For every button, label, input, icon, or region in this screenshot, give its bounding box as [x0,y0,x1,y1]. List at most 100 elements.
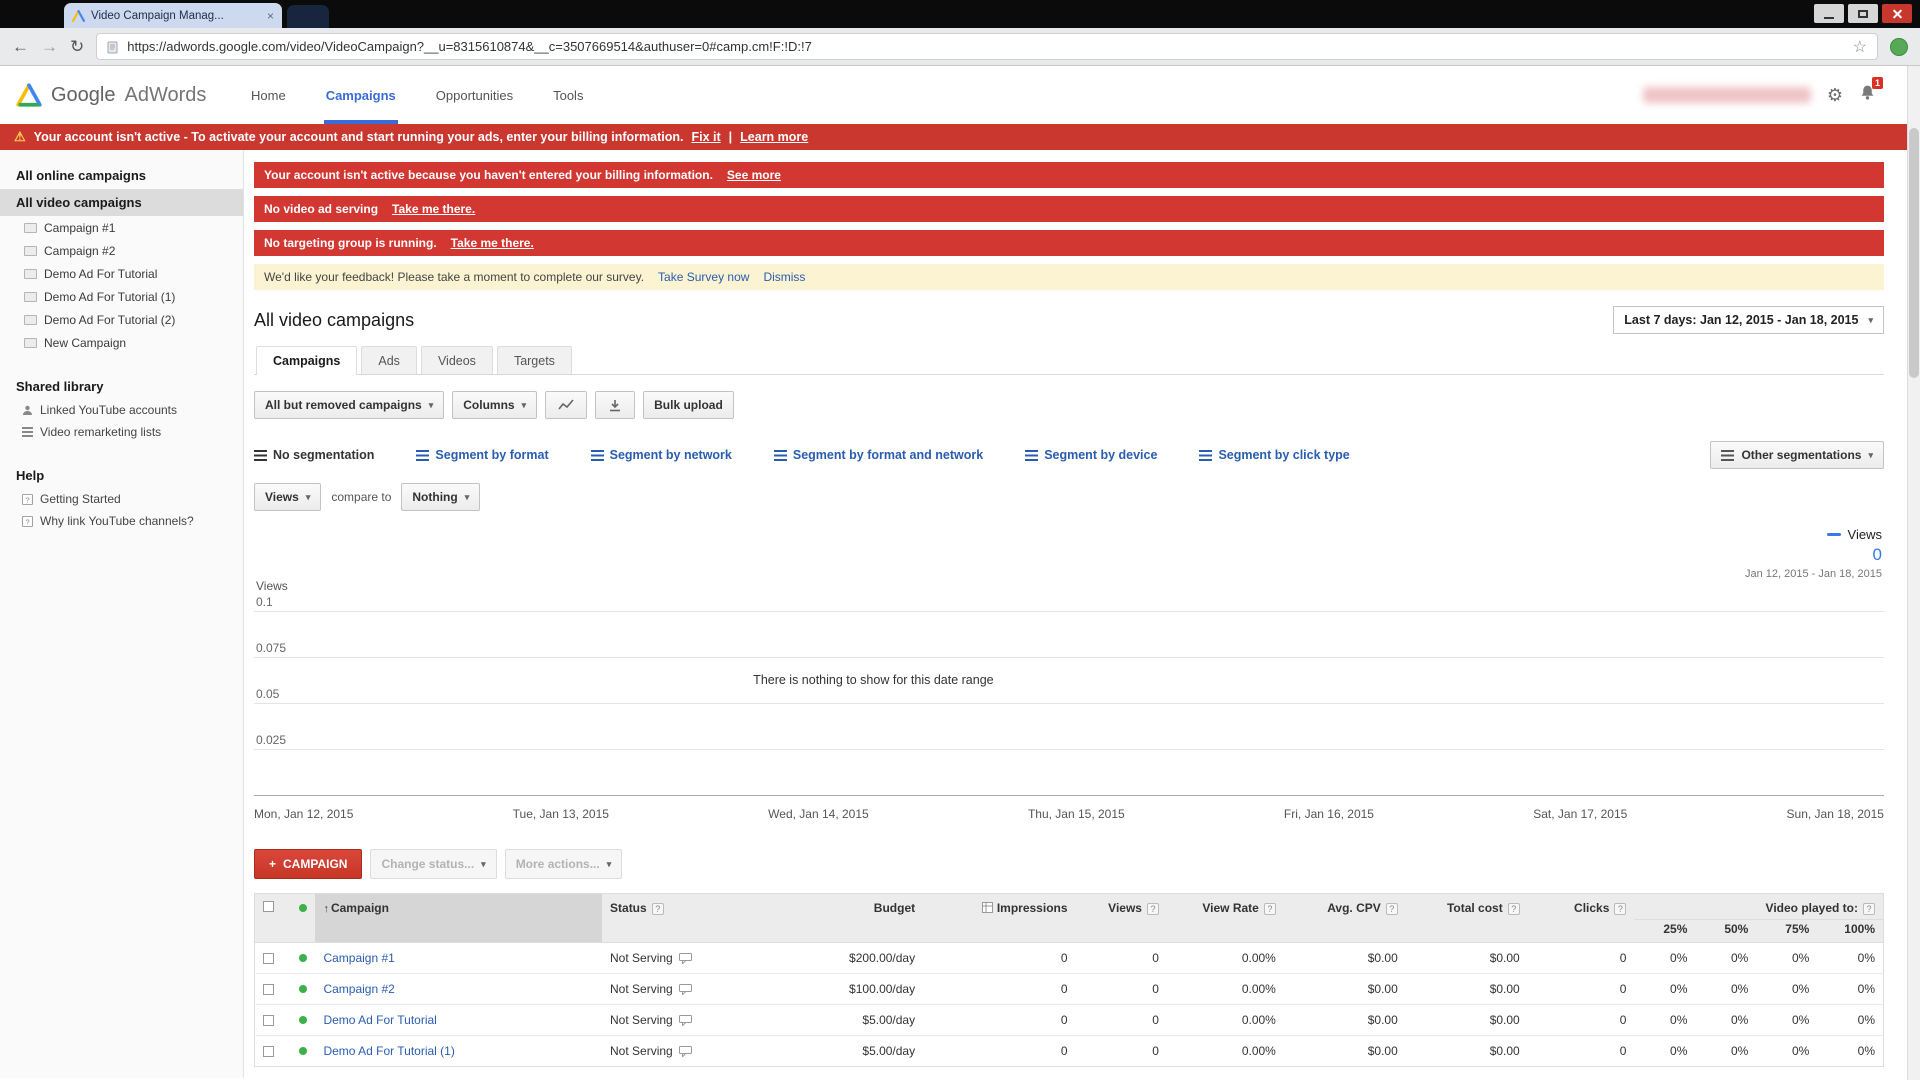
tab-targets[interactable]: Targets [497,346,572,374]
tab-close-icon[interactable]: × [267,9,274,23]
dismiss-link[interactable]: Dismiss [763,270,805,284]
notifications-button[interactable]: 1 [1859,84,1876,106]
columns-dropdown[interactable]: Columns ▾ [452,391,537,419]
sidebar-all-video-campaigns[interactable]: All video campaigns [0,189,243,216]
help-badge[interactable]: ? [1863,903,1875,915]
segment-by-format[interactable]: Segment by format [416,448,548,462]
x-axis-line [254,795,1884,796]
row-checkbox[interactable] [263,1046,274,1057]
address-bar[interactable]: https://adwords.google.com/video/VideoCa… [96,33,1878,60]
window-maximize-button[interactable] [1848,4,1878,23]
sidebar-all-online-campaigns[interactable]: All online campaigns [0,162,243,189]
tab-ads[interactable]: Ads [361,346,417,374]
sidebar-campaign-item[interactable]: Demo Ad For Tutorial (1) [0,285,243,308]
help-badge[interactable]: ? [1614,903,1626,915]
adwords-logo[interactable]: Google AdWords [16,66,231,124]
back-icon[interactable]: ← [12,38,29,55]
segment-none[interactable]: No segmentation [254,448,374,462]
bulk-upload-button[interactable]: Bulk upload [643,391,734,419]
take-me-there-link[interactable]: Take me there. [451,236,534,250]
segment-by-click-type[interactable]: Segment by click type [1199,448,1349,462]
column-header-video-played[interactable]: Video played to:? [1634,894,1883,920]
comment-bubble-icon[interactable] [679,953,692,964]
tab-videos[interactable]: Videos [421,346,493,374]
extension-icon[interactable] [1890,38,1908,56]
other-segmentations-dropdown[interactable]: Other segmentations ▾ [1710,441,1884,469]
comment-bubble-icon[interactable] [679,1015,692,1026]
sidebar-why-link-youtube[interactable]: ? Why link YouTube channels? [0,510,243,532]
metric-selector-dropdown[interactable]: Views ▾ [254,483,321,511]
column-header-view-rate[interactable]: View Rate? [1167,894,1284,943]
column-header-clicks[interactable]: Clicks? [1528,894,1635,943]
segment-by-network[interactable]: Segment by network [591,448,732,462]
sidebar-campaign-item[interactable]: Demo Ad For Tutorial [0,262,243,285]
nav-opportunities[interactable]: Opportunities [434,66,515,124]
sidebar-campaign-item[interactable]: New Campaign [0,331,243,354]
change-status-dropdown[interactable]: Change status... ▾ [370,849,496,879]
chart-toggle-button[interactable] [545,391,587,419]
help-badge[interactable]: ? [1508,903,1520,915]
column-header-total-cost[interactable]: Total cost? [1406,894,1528,943]
segment-by-device[interactable]: Segment by device [1025,448,1157,462]
chart-legend: Views 0 Jan 12, 2015 - Jan 18, 2015 [1745,527,1882,580]
forward-icon[interactable]: → [41,38,58,55]
column-header-avg-cpv[interactable]: Avg. CPV? [1284,894,1406,943]
sidebar-getting-started[interactable]: ? Getting Started [0,488,243,510]
campaign-name-link[interactable]: Demo Ad For Tutorial (1) [323,1044,454,1058]
row-checkbox[interactable] [263,1015,274,1026]
column-header-budget[interactable]: Budget [763,894,924,943]
chevron-down-icon: ▾ [607,859,612,870]
column-header-impressions[interactable]: Impressions [923,894,1075,943]
new-campaign-button[interactable]: + CAMPAIGN [254,849,362,879]
campaign-name-link[interactable]: Campaign #1 [323,951,394,965]
column-header-campaign[interactable]: ↑Campaign [315,894,602,943]
budget-cell[interactable]: $5.00/day [763,1005,924,1036]
sidebar-campaign-item[interactable]: Campaign #1 [0,216,243,239]
nav-tools[interactable]: Tools [551,66,585,124]
help-badge[interactable]: ? [652,903,664,915]
browser-tab-active[interactable]: Video Campaign Manag... × [64,3,282,28]
page-scrollbar[interactable] [1907,66,1920,1080]
sidebar-linked-youtube-accounts[interactable]: Linked YouTube accounts [0,399,243,421]
comment-bubble-icon[interactable] [679,1046,692,1057]
bookmark-star-icon[interactable]: ☆ [1853,37,1867,57]
gear-icon[interactable]: ⚙ [1827,85,1843,106]
campaign-filter-dropdown[interactable]: All but removed campaigns ▾ [254,391,444,419]
browser-tab-inactive[interactable] [287,5,329,28]
take-me-there-link[interactable]: Take me there. [392,202,475,216]
window-close-button[interactable] [1882,4,1912,23]
learn-more-link[interactable]: Learn more [740,130,808,144]
column-header-status[interactable]: Status? [602,894,763,943]
column-header-views[interactable]: Views? [1076,894,1167,943]
sidebar-campaign-item[interactable]: Demo Ad For Tutorial (2) [0,308,243,331]
refresh-icon[interactable]: ↻ [70,38,84,55]
select-all-checkbox[interactable] [263,901,274,912]
segment-by-format-and-network[interactable]: Segment by format and network [774,448,983,462]
help-badge[interactable]: ? [1264,903,1276,915]
budget-cell[interactable]: $5.00/day [763,1036,924,1067]
row-checkbox[interactable] [263,984,274,995]
budget-cell[interactable]: $200.00/day [763,943,924,974]
fix-it-link[interactable]: Fix it [691,130,720,144]
help-badge[interactable]: ? [1147,903,1159,915]
more-actions-dropdown[interactable]: More actions... ▾ [505,849,623,879]
sidebar-video-remarketing-lists[interactable]: Video remarketing lists [0,421,243,443]
compare-metric-dropdown[interactable]: Nothing ▾ [401,483,480,511]
sidebar-campaign-item[interactable]: Campaign #2 [0,239,243,262]
see-more-link[interactable]: See more [727,168,781,182]
budget-cell[interactable]: $100.00/day [763,974,924,1005]
date-range-selector[interactable]: Last 7 days: Jan 12, 2015 - Jan 18, 2015… [1613,306,1884,334]
window-minimize-button[interactable] [1814,4,1844,23]
help-badge[interactable]: ? [1386,903,1398,915]
row-checkbox[interactable] [263,953,274,964]
comment-bubble-icon[interactable] [679,984,692,995]
nav-campaigns[interactable]: Campaigns [324,66,398,124]
nav-home[interactable]: Home [249,66,288,124]
take-survey-link[interactable]: Take Survey now [658,270,749,284]
y-tick: 0.1 [256,595,273,609]
campaign-name-link[interactable]: Demo Ad For Tutorial [323,1013,436,1027]
campaign-name-link[interactable]: Campaign #2 [323,982,394,996]
scrollbar-thumb[interactable] [1909,128,1919,378]
tab-campaigns[interactable]: Campaigns [256,346,357,375]
download-button[interactable] [595,391,635,419]
